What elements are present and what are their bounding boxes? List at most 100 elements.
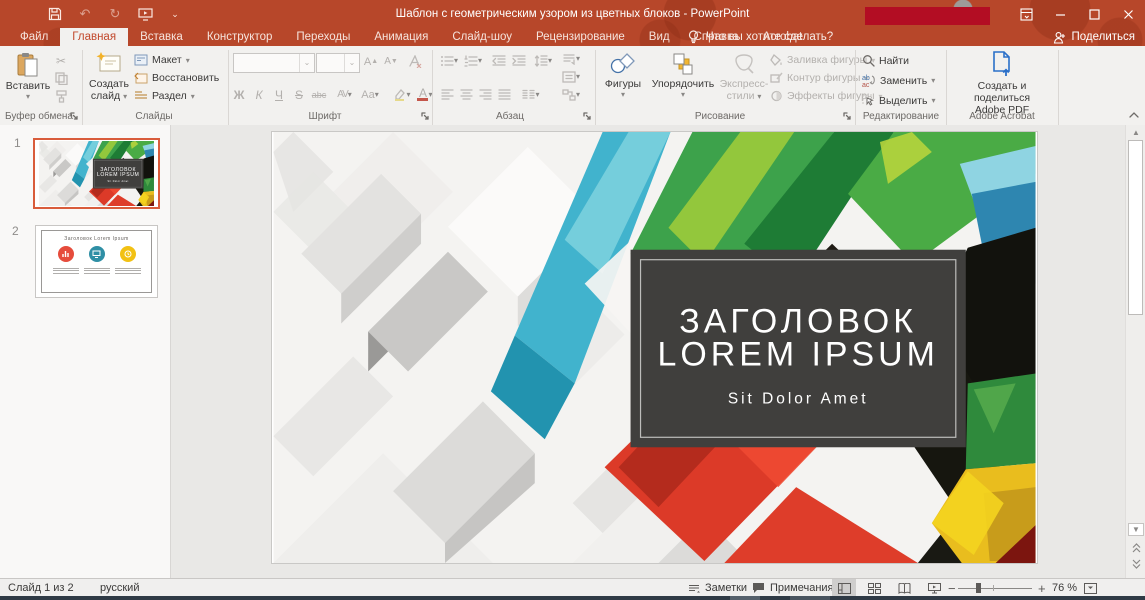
clear-formatting-button[interactable] xyxy=(406,53,424,70)
find-button[interactable]: Найти xyxy=(862,54,909,67)
text-direction-button[interactable]: ▾ xyxy=(558,50,584,67)
drawing-dialog-launcher[interactable] xyxy=(843,112,853,122)
close-icon[interactable] xyxy=(1111,0,1145,28)
scroll-down-icon[interactable]: ▼ xyxy=(1128,523,1144,536)
shapes-button[interactable]: Фигуры ▾ xyxy=(600,52,646,99)
maximize-icon[interactable] xyxy=(1077,0,1111,28)
share-button[interactable]: Поделиться xyxy=(1053,28,1135,46)
shrink-font-button[interactable]: A▼ xyxy=(382,53,400,70)
comments-button[interactable]: Примечания xyxy=(752,579,834,597)
strikethrough-button[interactable]: S xyxy=(290,86,308,103)
arrange-icon xyxy=(671,52,695,76)
tab-file[interactable]: Файл xyxy=(8,28,60,46)
align-center-button[interactable] xyxy=(457,86,475,103)
tab-view[interactable]: Вид xyxy=(637,28,682,46)
paste-button[interactable]: Вставить ▾ xyxy=(6,52,50,101)
new-slide-label-1: Создать xyxy=(89,78,129,90)
grow-font-button[interactable]: A▲ xyxy=(362,53,380,70)
clipboard-dialog-launcher[interactable] xyxy=(70,112,80,122)
layout-button[interactable]: Макет▾ xyxy=(134,54,190,66)
shape-fill-button[interactable]: Заливка фигуры▾ xyxy=(770,54,875,66)
convert-smartart-button[interactable]: ▾ xyxy=(558,86,584,103)
scroll-up-icon[interactable]: ▲ xyxy=(1128,126,1144,139)
shape-fill-icon xyxy=(770,54,783,66)
shapes-icon xyxy=(610,52,636,76)
bullets-button[interactable]: ▾ xyxy=(438,52,460,69)
character-spacing-button[interactable]: AV▾ xyxy=(332,86,356,103)
align-right-button[interactable] xyxy=(476,86,494,103)
align-text-button[interactable]: ▾ xyxy=(558,68,584,85)
decrease-indent-button[interactable] xyxy=(490,52,508,69)
slide-indicator[interactable]: Слайд 1 из 2 xyxy=(8,579,74,597)
fit-slide-to-window-icon[interactable] xyxy=(1078,579,1102,597)
tab-insert[interactable]: Вставка xyxy=(128,28,195,46)
tab-slideshow[interactable]: Слайд-шоу xyxy=(440,28,524,46)
clock-circle-icon xyxy=(120,246,136,262)
numbering-button[interactable]: ▾ xyxy=(462,52,484,69)
underline-button[interactable]: Ч xyxy=(270,86,288,103)
replace-button[interactable]: abac Заменить▾ xyxy=(862,74,935,87)
previous-slide-icon[interactable] xyxy=(1128,541,1144,555)
tab-transitions[interactable]: Переходы xyxy=(284,28,362,46)
format-painter-icon[interactable] xyxy=(52,88,70,105)
slide-2-thumbnail[interactable]: Заголовок Lorem Ipsum xyxy=(35,225,158,298)
quick-styles-button[interactable]: Экспресс- стили ▾ xyxy=(720,52,768,103)
title-bar: ↶ ↻ ⌄ Шаблон с геометрическим узором из … xyxy=(0,0,1145,28)
columns-button[interactable]: ▾ xyxy=(520,86,542,103)
slide-1-thumbnail[interactable] xyxy=(33,138,160,209)
tab-design[interactable]: Конструктор xyxy=(195,28,285,46)
highlight-color-button[interactable]: ▾ xyxy=(390,86,414,103)
bold-button[interactable]: Ж xyxy=(230,86,248,103)
lightbulb-icon xyxy=(688,30,699,45)
change-case-button[interactable]: Aa▾ xyxy=(358,86,382,103)
font-name-combo[interactable]: ⌄ xyxy=(233,53,315,73)
slide-sorter-view-icon[interactable] xyxy=(862,579,886,597)
collapse-ribbon-icon[interactable] xyxy=(1126,108,1142,122)
zoom-slider-thumb[interactable] xyxy=(976,583,981,593)
line-spacing-button[interactable]: ▾ xyxy=(532,52,554,69)
align-left-button[interactable] xyxy=(438,86,456,103)
reset-slide-button[interactable]: Восстановить xyxy=(134,72,219,84)
current-slide[interactable] xyxy=(272,132,1037,563)
font-dialog-launcher[interactable] xyxy=(421,112,431,122)
arrange-button[interactable]: Упорядочить ▾ xyxy=(650,52,716,99)
zoom-slider-track[interactable] xyxy=(958,588,1032,589)
chart-circle-icon xyxy=(58,246,74,262)
tell-me-box[interactable]: Что вы хотите сделать? xyxy=(688,28,833,46)
select-button[interactable]: Выделить▾ xyxy=(862,94,935,107)
ribbon: Вставить ▾ ✂ Буфер обмена Создать слайд … xyxy=(0,46,1145,126)
scrollbar-thumb[interactable] xyxy=(1128,140,1143,315)
notes-button[interactable]: Заметки xyxy=(688,579,747,597)
increase-indent-button[interactable] xyxy=(510,52,528,69)
language-indicator[interactable]: русский xyxy=(100,579,139,597)
slideshow-view-icon[interactable] xyxy=(922,579,946,597)
copy-icon[interactable] xyxy=(52,70,70,87)
text-shadow-button[interactable]: abc xyxy=(310,86,328,103)
ribbon-display-options-icon[interactable] xyxy=(1009,0,1043,28)
window-chrome: ↶ ↻ ⌄ Шаблон с геометрическим узором из … xyxy=(0,0,1145,46)
zoom-out-icon[interactable]: − xyxy=(948,579,956,597)
italic-button[interactable]: К xyxy=(250,86,268,103)
tab-review[interactable]: Рецензирование xyxy=(524,28,637,46)
clipboard-group-label: Буфер обмена xyxy=(0,110,78,124)
monitor-circle-icon xyxy=(89,246,105,262)
section-button[interactable]: Раздел▾ xyxy=(134,90,195,102)
section-icon xyxy=(134,90,148,102)
vertical-scrollbar[interactable]: ▲ ▼ xyxy=(1125,125,1145,578)
zoom-level[interactable]: 76 % xyxy=(1052,579,1077,597)
minimize-icon[interactable] xyxy=(1043,0,1077,28)
editing-group-label: Редактирование xyxy=(858,110,944,124)
shape-outline-button[interactable]: Контур фигуры▾ xyxy=(770,72,868,84)
paragraph-dialog-launcher[interactable] xyxy=(583,112,593,122)
tab-home[interactable]: Главная xyxy=(60,28,128,46)
new-slide-button[interactable]: Создать слайд ▾ xyxy=(88,52,130,103)
zoom-in-icon[interactable]: + xyxy=(1038,579,1046,597)
normal-view-icon[interactable] xyxy=(832,579,856,597)
reading-view-icon[interactable] xyxy=(892,579,916,597)
next-slide-icon[interactable] xyxy=(1128,557,1144,571)
create-adobe-pdf-button[interactable]: Создать и поделиться Adobe PDF xyxy=(952,50,1052,116)
tab-animations[interactable]: Анимация xyxy=(362,28,440,46)
font-size-combo[interactable]: ⌄ xyxy=(316,53,360,73)
justify-button[interactable] xyxy=(495,86,513,103)
cut-icon[interactable]: ✂ xyxy=(52,52,70,69)
